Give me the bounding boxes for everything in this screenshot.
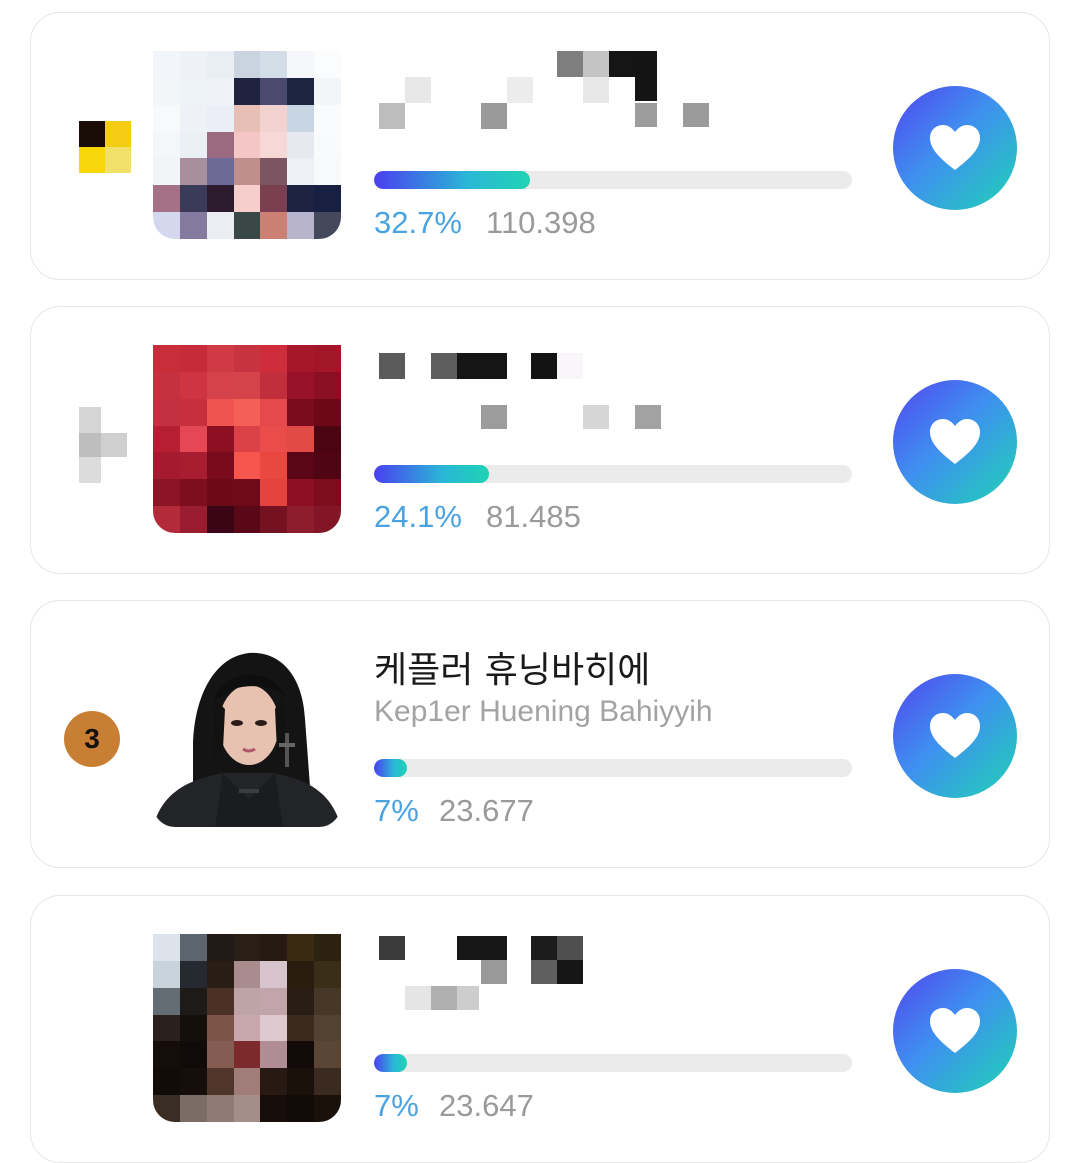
vote-progress-bar (374, 171, 852, 189)
vote-heart-button[interactable] (893, 86, 1017, 210)
vote-count: 81.485 (486, 499, 581, 534)
vote-heart-button[interactable] (893, 674, 1017, 798)
artist-photo-censored (153, 345, 341, 533)
artist-photo (153, 639, 341, 827)
vote-percent: 24.1% (374, 499, 462, 534)
ranking-card-1[interactable]: 32.7% 110.398 (30, 12, 1050, 280)
artist-name: 케플러 휴닝바히에 (374, 650, 651, 691)
vote-progress-fill (374, 171, 531, 189)
artist-subname: Kep1er Huening Bahiyyih (374, 695, 713, 728)
vote-count: 23.677 (439, 793, 534, 828)
artist-portrait-image (153, 639, 341, 827)
vote-progress-fill (374, 1054, 408, 1072)
vote-progress-bar (374, 1054, 852, 1072)
ranking-card-3[interactable]: 3 케플러 휴닝바히에 Kep1er Huening Bahiyyih 7% 2… (30, 600, 1050, 868)
vote-progress-bar (374, 465, 852, 483)
vote-progress-fill (374, 759, 408, 777)
rank-badge: 3 (64, 711, 120, 767)
vote-progress-fill (374, 465, 490, 483)
ranking-card-2[interactable]: 24.1% 81.485 (30, 306, 1050, 574)
artist-photo-censored (153, 934, 341, 1122)
vote-progress-bar (374, 759, 852, 777)
vote-count: 110.398 (486, 205, 596, 240)
vote-percent: 7% (374, 793, 419, 828)
heart-icon (930, 419, 980, 464)
vote-heart-button[interactable] (893, 380, 1017, 504)
heart-icon (930, 125, 980, 170)
vote-heart-button[interactable] (893, 969, 1017, 1093)
vote-percent: 32.7% (374, 205, 462, 240)
artist-photo-censored (153, 51, 341, 239)
rank-indicator-censored (79, 121, 131, 173)
vote-percent: 7% (374, 1088, 419, 1123)
ranking-card-4[interactable]: 7% 23.647 (30, 895, 1050, 1163)
heart-icon (930, 1008, 980, 1053)
vote-count: 23.647 (439, 1088, 534, 1123)
heart-icon (930, 713, 980, 758)
rank-indicator-censored (79, 407, 131, 483)
